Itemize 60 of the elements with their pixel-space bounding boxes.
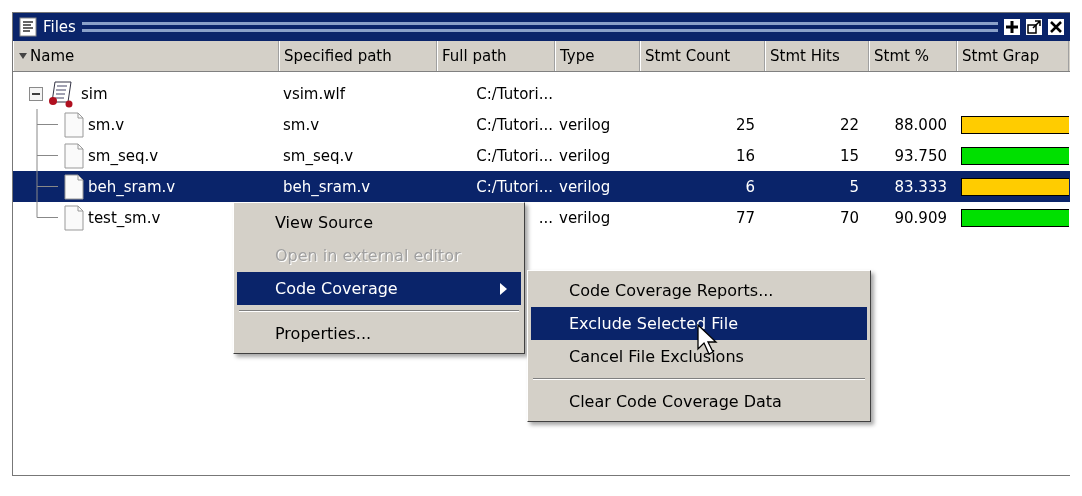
file-icon [64,111,84,138]
menu-item[interactable]: Clear Code Coverage Data [531,385,867,418]
column-header[interactable]: Stmt Count [640,41,765,71]
column-header[interactable]: Full path [437,41,555,71]
table-cell: 88.000 [894,115,947,134]
column-header[interactable]: Stmt Grap [957,41,1069,71]
table-cell: C:/Tutori... [476,115,553,134]
sort-icon[interactable] [18,51,28,61]
collapse-icon[interactable] [29,86,43,101]
column-header[interactable]: Type [555,41,640,71]
table-cell: ... [538,208,553,227]
menu-item[interactable]: Code Coverage Reports... [531,274,867,307]
table-cell: 5 [849,177,859,196]
tree-item[interactable]: sm.v [13,109,279,140]
file-icon [64,142,84,169]
drag-grip[interactable] [81,20,998,34]
document-list-icon [19,17,37,37]
file-icon [64,204,84,231]
menu-item[interactable]: Exclude Selected File [531,307,867,340]
tree-connector [36,140,58,171]
table-cell: 70 [839,208,859,227]
menu-item[interactable]: Cancel File Exclusions [531,340,867,373]
table-cell: verilog [559,177,611,196]
menu-item[interactable]: Properties... [237,317,521,350]
tree-item[interactable]: beh_sram.v [13,171,279,202]
table-cell: 93.750 [894,146,947,165]
table-cell: verilog [559,146,611,165]
table-cell: 77 [735,208,755,227]
table-cell: 16 [735,146,755,165]
column-header[interactable]: Specified path [279,41,437,71]
table-cell: C:/Tutori... [476,177,553,196]
panel-title: Files [43,18,76,36]
table-cell: C:/Tutori... [476,84,553,103]
table-cell: sm.v [283,115,320,134]
tree-row[interactable]: sim vsim.wlf C:/Tutori... [13,78,1070,109]
table-cell: 6 [745,177,755,196]
column-header[interactable]: Name [13,41,279,71]
undock-icon[interactable] [1026,19,1042,35]
table-cell: 25 [735,115,755,134]
tree-item[interactable]: sm_seq.v [13,140,279,171]
menu-item[interactable]: Code Coverage [237,272,521,305]
menu-item[interactable]: View Source [237,206,521,239]
tree-item-label: sim [81,84,108,103]
table-cell: 83.333 [894,177,947,196]
tree-connector [36,109,58,140]
table-cell: beh_sram.v [283,177,371,196]
submenu-arrow-icon [500,282,507,295]
table-cell: 22 [839,115,859,134]
table-cell: C:/Tutori... [476,146,553,165]
plus-icon[interactable] [1004,19,1020,35]
column-header[interactable]: Stmt % [869,41,957,71]
table-cell: sm_seq.v [283,146,354,165]
table-cell: 15 [839,146,859,165]
close-icon[interactable] [1048,19,1064,35]
table-cell: verilog [559,115,611,134]
table-cell: vsim.wlf [283,84,345,103]
table-cell: verilog [559,208,611,227]
column-header[interactable]: Stmt Hits [765,41,869,71]
table-cell: 90.909 [894,208,947,227]
file-icon [64,173,84,200]
